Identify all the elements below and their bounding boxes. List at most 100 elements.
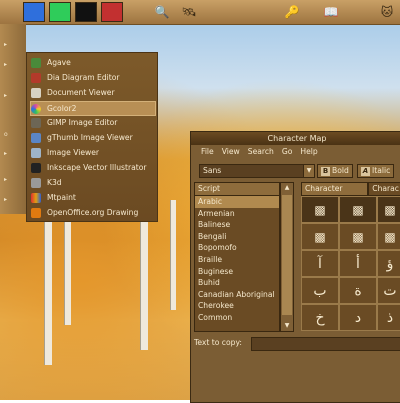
menu-item-label: Mtpaint [47, 193, 76, 202]
chevron-down-icon[interactable]: ▼ [303, 164, 315, 178]
menu-item-gimp[interactable]: GIMP Image Editor [31, 116, 155, 129]
list-item[interactable]: Cherokee [195, 300, 279, 312]
main-menu-strip: ▸ ▸ ▸ o ▸ ▸ ▸ [0, 24, 26, 214]
char-cell[interactable]: ▩ [301, 223, 339, 250]
menu-item-label: Agave [47, 58, 71, 67]
image-viewer-icon [31, 147, 41, 158]
text-to-copy-label: Text to copy: [194, 338, 242, 347]
char-cell[interactable]: ▩ [339, 196, 377, 223]
char-cell[interactable]: ▩ [377, 196, 400, 223]
bold-label: Bold [332, 166, 349, 175]
character-grid: ▩ ▩ ▩ ▩ ▩ ▩ آ أ ؤ ب ة ت خ د ذ [301, 196, 400, 331]
char-cell[interactable]: ب [301, 277, 339, 304]
list-item[interactable]: Canadian Aboriginal [195, 289, 279, 301]
menu-item-label: Image Viewer [47, 148, 100, 157]
menu-item-agave[interactable]: Agave [31, 56, 155, 69]
menu-strip-item[interactable]: o [4, 129, 20, 140]
window-title[interactable]: Character Map [191, 132, 400, 145]
unprintable-icon: ▩ [314, 229, 326, 244]
workspace-2[interactable] [49, 2, 71, 22]
dictionary-icon[interactable]: 📖 [318, 3, 344, 20]
list-item[interactable]: Arabic [195, 196, 279, 208]
inkscape-icon [31, 162, 41, 173]
italic-toggle[interactable]: A Italic [357, 164, 395, 178]
menu-strip-item[interactable]: ▸ [4, 194, 20, 205]
menu-search[interactable]: Search [248, 145, 274, 158]
char-cell[interactable]: ت [377, 277, 400, 304]
openoffice-draw-icon [31, 207, 41, 218]
list-item[interactable]: Buhid [195, 277, 279, 289]
list-item[interactable]: Balinese [195, 219, 279, 231]
network-icon[interactable]: 🔑 [283, 3, 301, 20]
satellite-icon[interactable]: 🛰 [180, 3, 198, 20]
menu-item-document-viewer[interactable]: Document Viewer [31, 86, 155, 99]
menu-help[interactable]: Help [300, 145, 317, 158]
unprintable-icon: ▩ [384, 229, 396, 244]
font-selector[interactable]: Sans [199, 164, 304, 178]
menu-item-dia[interactable]: Dia Diagram Editor [31, 71, 155, 84]
workspace-3[interactable] [75, 2, 97, 22]
birch-trunk [170, 200, 176, 310]
menu-strip-item[interactable]: ▸ [4, 90, 20, 101]
menu-strip-item[interactable]: ▸ [4, 174, 20, 185]
list-item[interactable]: Armenian [195, 208, 279, 220]
menu-item-label: Gcolor2 [47, 104, 77, 113]
menu-item-mtpaint[interactable]: Mtpaint [31, 191, 155, 204]
gimp-icon [31, 117, 41, 128]
char-cell[interactable]: د [339, 304, 377, 331]
menu-item-inkscape[interactable]: Inkscape Vector Illustrator [31, 161, 155, 174]
menu-item-openoffice-draw[interactable]: OpenOffice.org Drawing [31, 206, 155, 219]
char-cell[interactable]: ▩ [301, 196, 339, 223]
script-scrollbar[interactable]: ▲ ▼ [280, 182, 294, 332]
char-cell[interactable]: ؤ [377, 250, 400, 277]
scroll-up-icon[interactable]: ▲ [281, 183, 293, 193]
char-cell[interactable]: خ [301, 304, 339, 331]
menu-item-gcolor2[interactable]: Gcolor2 [30, 101, 156, 116]
menu-view[interactable]: View [222, 145, 240, 158]
tab-character-details[interactable]: Charac [368, 182, 400, 196]
script-list: Script Arabic Armenian Balinese Bengali … [194, 182, 280, 332]
bold-toggle[interactable]: B Bold [317, 164, 353, 178]
menu-item-label: gThumb Image Viewer [47, 133, 133, 142]
tab-character-table[interactable]: Character Table [301, 182, 369, 205]
gcolor2-icon [31, 103, 41, 114]
menu-item-label: Dia Diagram Editor [47, 73, 120, 82]
dia-icon [31, 72, 41, 83]
menu-strip-item[interactable]: ▸ [4, 39, 20, 50]
list-item[interactable]: Braille [195, 254, 279, 266]
view-tabs: Character Table Charac [301, 182, 400, 205]
menu-item-image-viewer[interactable]: Image Viewer [31, 146, 155, 159]
char-cell[interactable]: ▩ [339, 223, 377, 250]
text-to-copy-row: Text to copy: [194, 337, 400, 351]
unprintable-icon: ▩ [314, 202, 326, 217]
scrollbar-thumb[interactable] [282, 195, 292, 315]
text-to-copy-field[interactable] [251, 337, 400, 351]
scroll-down-icon[interactable]: ▼ [281, 321, 293, 331]
char-cell[interactable]: أ [339, 250, 377, 277]
workspace-4[interactable] [101, 2, 123, 22]
char-cell[interactable]: ▩ [377, 223, 400, 250]
unprintable-icon: ▩ [352, 229, 364, 244]
char-cell[interactable]: آ [301, 250, 339, 277]
list-item[interactable]: Bengali [195, 231, 279, 243]
menu-strip-item[interactable]: ▸ [4, 59, 20, 70]
agave-icon [31, 57, 41, 68]
list-item[interactable]: Bopomofo [195, 242, 279, 254]
magnifier-icon[interactable]: 🔍 [153, 3, 171, 20]
menu-item-label: OpenOffice.org Drawing [47, 208, 139, 217]
menu-go[interactable]: Go [282, 145, 293, 158]
cat-icon[interactable]: 🐱 [378, 3, 396, 20]
char-cell[interactable]: ة [339, 277, 377, 304]
list-item[interactable]: Buginese [195, 266, 279, 278]
menu-item-label: GIMP Image Editor [47, 118, 118, 127]
menu-item-gthumb[interactable]: gThumb Image Viewer [31, 131, 155, 144]
script-list-header[interactable]: Script [195, 183, 279, 196]
menu-file[interactable]: File [201, 145, 214, 158]
menu-item-k3d[interactable]: K3d [31, 176, 155, 189]
menu-strip-item[interactable]: ▸ [4, 148, 20, 159]
char-cell[interactable]: ذ [377, 304, 400, 331]
workspace-1[interactable] [23, 2, 45, 22]
list-item[interactable]: Common [195, 312, 279, 324]
toolbar: Sans ▼ B Bold A Italic [195, 164, 400, 178]
menubar: File View Search Go Help [191, 145, 400, 158]
